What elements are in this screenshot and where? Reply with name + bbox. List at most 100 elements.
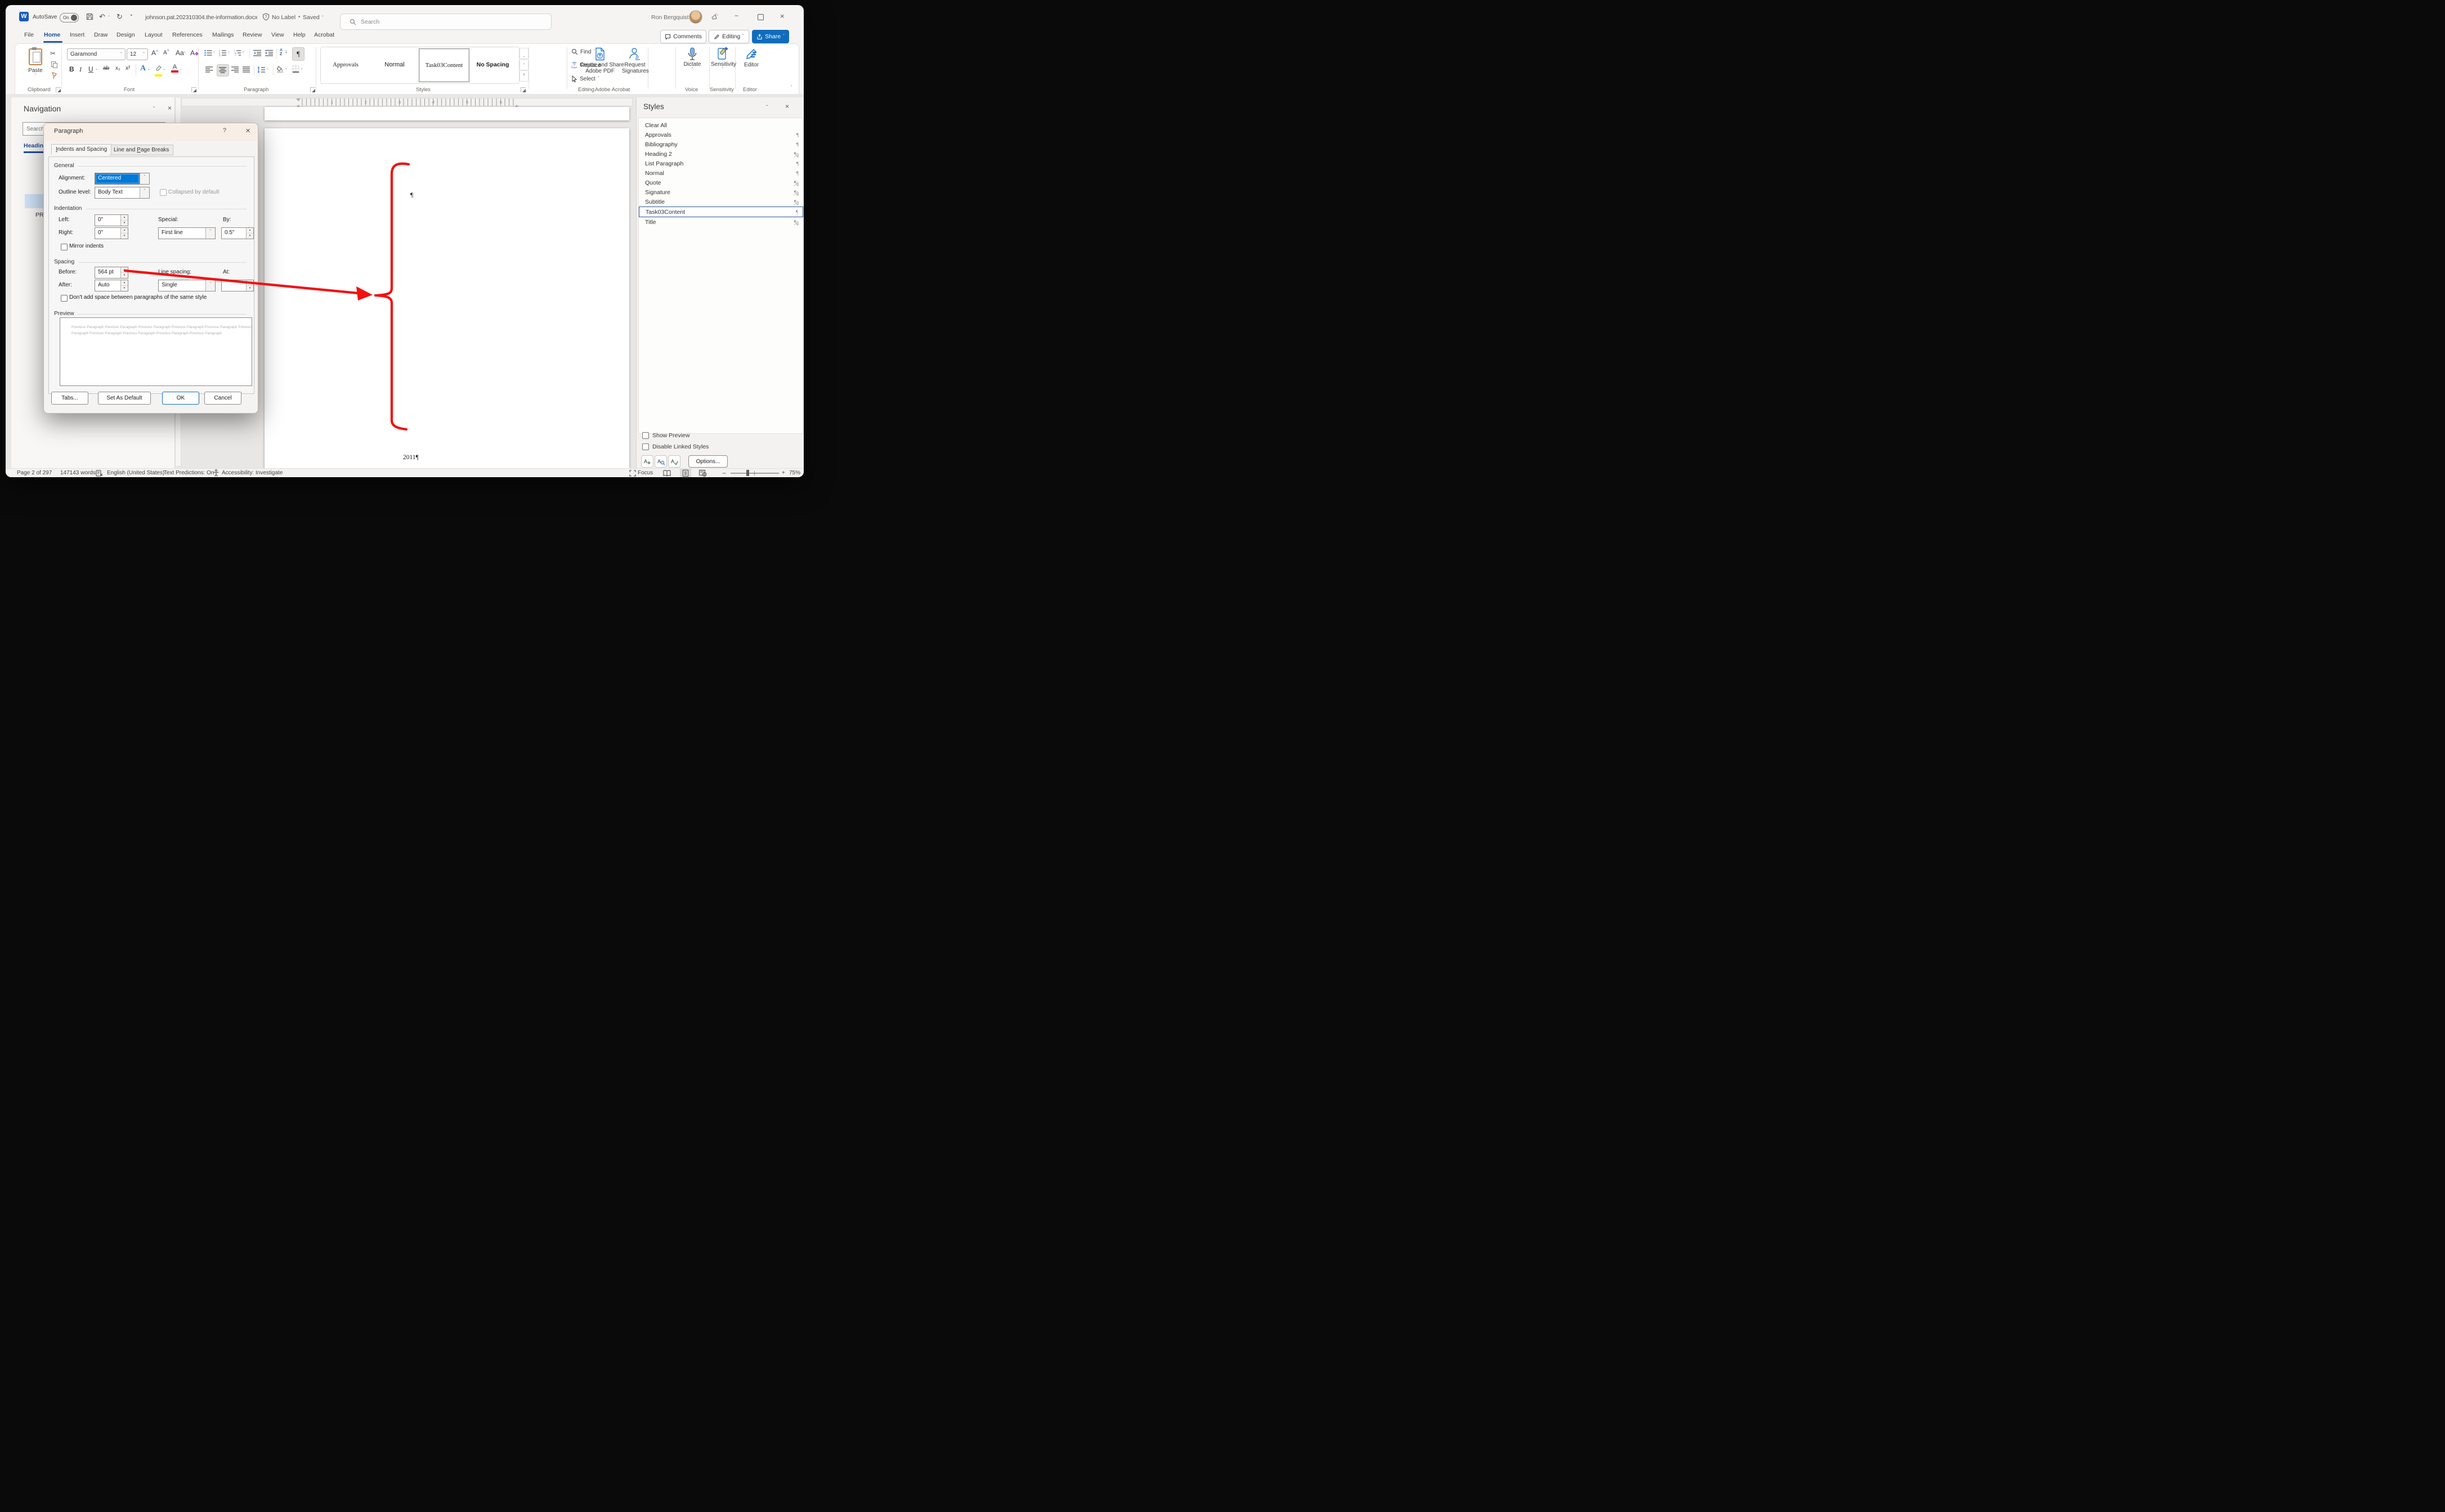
before-spinner[interactable]: 564 pt ▴▾ (95, 267, 128, 279)
zoom-out-button[interactable]: − (722, 469, 726, 477)
spin-down-icon[interactable]: ▾ (121, 286, 128, 291)
copy-icon[interactable] (51, 61, 58, 69)
proofing-errors-icon[interactable] (96, 470, 103, 477)
show-marks-button[interactable]: ¶ (292, 47, 304, 61)
styles-gallery-up[interactable]: ˇ (520, 48, 529, 59)
accessibility-status[interactable]: Accessibility: Investigate (222, 470, 283, 476)
indent-right-spinner[interactable]: 0" ▴▾ (95, 227, 128, 239)
avatar[interactable] (689, 10, 702, 24)
style-normal[interactable]: Normal (370, 47, 419, 82)
zoom-level[interactable]: 75% (789, 470, 800, 476)
style-item-clear-all[interactable]: Clear All (639, 120, 803, 130)
ok-button[interactable]: OK (162, 392, 199, 405)
line-spacing-dropdown[interactable]: Single ˇ (158, 280, 216, 291)
dialog-help-button[interactable]: ? (223, 127, 226, 134)
borders-button[interactable] (292, 65, 300, 75)
tab-design[interactable]: Design (115, 29, 136, 41)
comments-button[interactable]: Comments (660, 30, 706, 43)
alignment-dropdown[interactable]: Centered ˇ (95, 173, 150, 185)
sensitivity-button[interactable]: Sensitivity ˇ (711, 47, 735, 72)
borders-chevron-icon[interactable]: ˇ (301, 69, 303, 73)
tab-mailings[interactable]: Mailings (211, 29, 235, 41)
format-painter-icon[interactable] (51, 72, 59, 80)
line-spacing-chevron-icon[interactable]: ˇ (267, 69, 268, 73)
paragraph-dialog-launcher[interactable] (310, 87, 315, 92)
by-spinner[interactable]: 0.5" ▴▾ (221, 227, 254, 239)
style-inspector-button[interactable]: A (655, 455, 667, 468)
search-bar[interactable]: Search (340, 14, 552, 30)
outline-level-dropdown[interactable]: Body Text ˇ (95, 187, 150, 199)
set-as-default-button[interactable]: Set As Default (98, 392, 151, 405)
manage-styles-button[interactable]: A (668, 455, 680, 468)
editing-mode-button[interactable]: Editing ˇ (709, 30, 749, 43)
style-item-subtitle[interactable]: Subtitle¶a (639, 197, 803, 207)
align-left-button[interactable] (205, 66, 213, 73)
style-no-spacing[interactable]: No Spacing (469, 47, 517, 82)
shading-chevron-icon[interactable]: ˇ (285, 69, 287, 73)
change-case-button[interactable]: Aaˇ (176, 49, 185, 57)
print-layout-icon[interactable] (680, 469, 691, 477)
language-indicator[interactable]: English (United States) (107, 470, 164, 476)
styles-pane-close-icon[interactable]: × (785, 102, 789, 110)
font-size-combo[interactable]: 12 ˇ (127, 48, 148, 60)
dont-add-space-checkbox[interactable] (61, 295, 68, 302)
style-item-signature[interactable]: Signature¶a (639, 187, 803, 197)
indent-left-spinner[interactable]: 0" ▴▾ (95, 214, 128, 226)
zoom-in-button[interactable]: + (782, 470, 785, 476)
tab-home[interactable]: Home (43, 29, 61, 41)
tab-view[interactable]: View (270, 29, 285, 41)
align-right-button[interactable] (231, 66, 239, 73)
tab-draw[interactable]: Draw (93, 29, 109, 41)
superscript-button[interactable]: x² (126, 65, 130, 71)
user-name[interactable]: Ron Bergquist (651, 14, 689, 21)
year-line[interactable]: 2011¶ (403, 454, 419, 461)
shading-button[interactable] (276, 65, 284, 75)
tab-acrobat[interactable]: Acrobat (313, 29, 335, 41)
dialog-close-button[interactable]: ✕ (245, 127, 250, 134)
spin-up-icon[interactable]: ▴ (247, 228, 253, 234)
collapsed-checkbox[interactable] (160, 189, 167, 196)
document-title[interactable]: johnson.pat.202310304.the-information.do… (145, 14, 257, 21)
style-item-title[interactable]: Title¶a (639, 217, 803, 227)
zoom-slider-track[interactable] (731, 473, 779, 474)
word-logo-icon[interactable]: W (19, 12, 29, 21)
decrease-indent-button[interactable] (253, 50, 262, 56)
redo-button[interactable]: ↻ (117, 12, 123, 21)
spin-down-icon[interactable]: ▾ (247, 286, 253, 291)
styles-gallery-down[interactable]: ˇ (520, 59, 529, 70)
zoom-slider-thumb[interactable] (746, 470, 749, 476)
style-item-list-paragraph[interactable]: List Paragraph¶ (639, 159, 803, 168)
line-spacing-dropdown-arrow[interactable]: ˇ (205, 280, 215, 291)
dialog-tab-indents[interactable]: Indents and Spacing (51, 144, 111, 155)
spin-down-icon[interactable]: ▾ (121, 273, 128, 278)
bullets-chevron-icon[interactable]: ˇ (213, 52, 215, 56)
word-count[interactable]: 147143 words (60, 470, 96, 476)
maximize-button[interactable] (758, 14, 764, 20)
paste-button[interactable]: Paste ˇ (23, 48, 48, 83)
bold-button[interactable]: B (69, 65, 74, 73)
sensitivity-label-status[interactable]: No Label (272, 14, 295, 21)
autosave-toggle[interactable]: On (60, 13, 79, 23)
toolbar-customize-icon[interactable]: ˇ (131, 15, 132, 20)
italic-button[interactable]: I (79, 65, 82, 74)
focus-button[interactable]: Focus (638, 470, 653, 476)
special-dropdown[interactable]: First line ˇ (158, 227, 216, 239)
minimize-button[interactable]: − (735, 12, 738, 20)
styles-gallery-more[interactable]: ˇ (520, 70, 529, 82)
dialog-tab-line-breaks[interactable]: Line and Page Breaks (109, 145, 173, 155)
nav-chevron-icon[interactable]: ˇ (153, 107, 155, 112)
close-button[interactable]: × (780, 12, 785, 20)
editor-button[interactable]: Editor (740, 47, 763, 68)
spin-up-icon[interactable]: ▴ (121, 280, 128, 286)
grow-font-button[interactable]: A˄ (151, 49, 158, 57)
multilevel-list-button[interactable]: 1ai (234, 50, 241, 56)
highlight-button[interactable] (155, 64, 162, 77)
read-mode-icon[interactable] (663, 470, 671, 477)
align-center-button[interactable] (217, 64, 229, 77)
tab-references[interactable]: References (171, 29, 204, 41)
text-effects-chevron-icon[interactable]: ˇ (148, 69, 150, 74)
clipboard-dialog-launcher[interactable] (56, 87, 61, 92)
clear-formatting-button[interactable]: A (190, 49, 198, 57)
style-task03content[interactable]: Task03Content (419, 48, 469, 82)
cancel-button[interactable]: Cancel (204, 392, 241, 405)
